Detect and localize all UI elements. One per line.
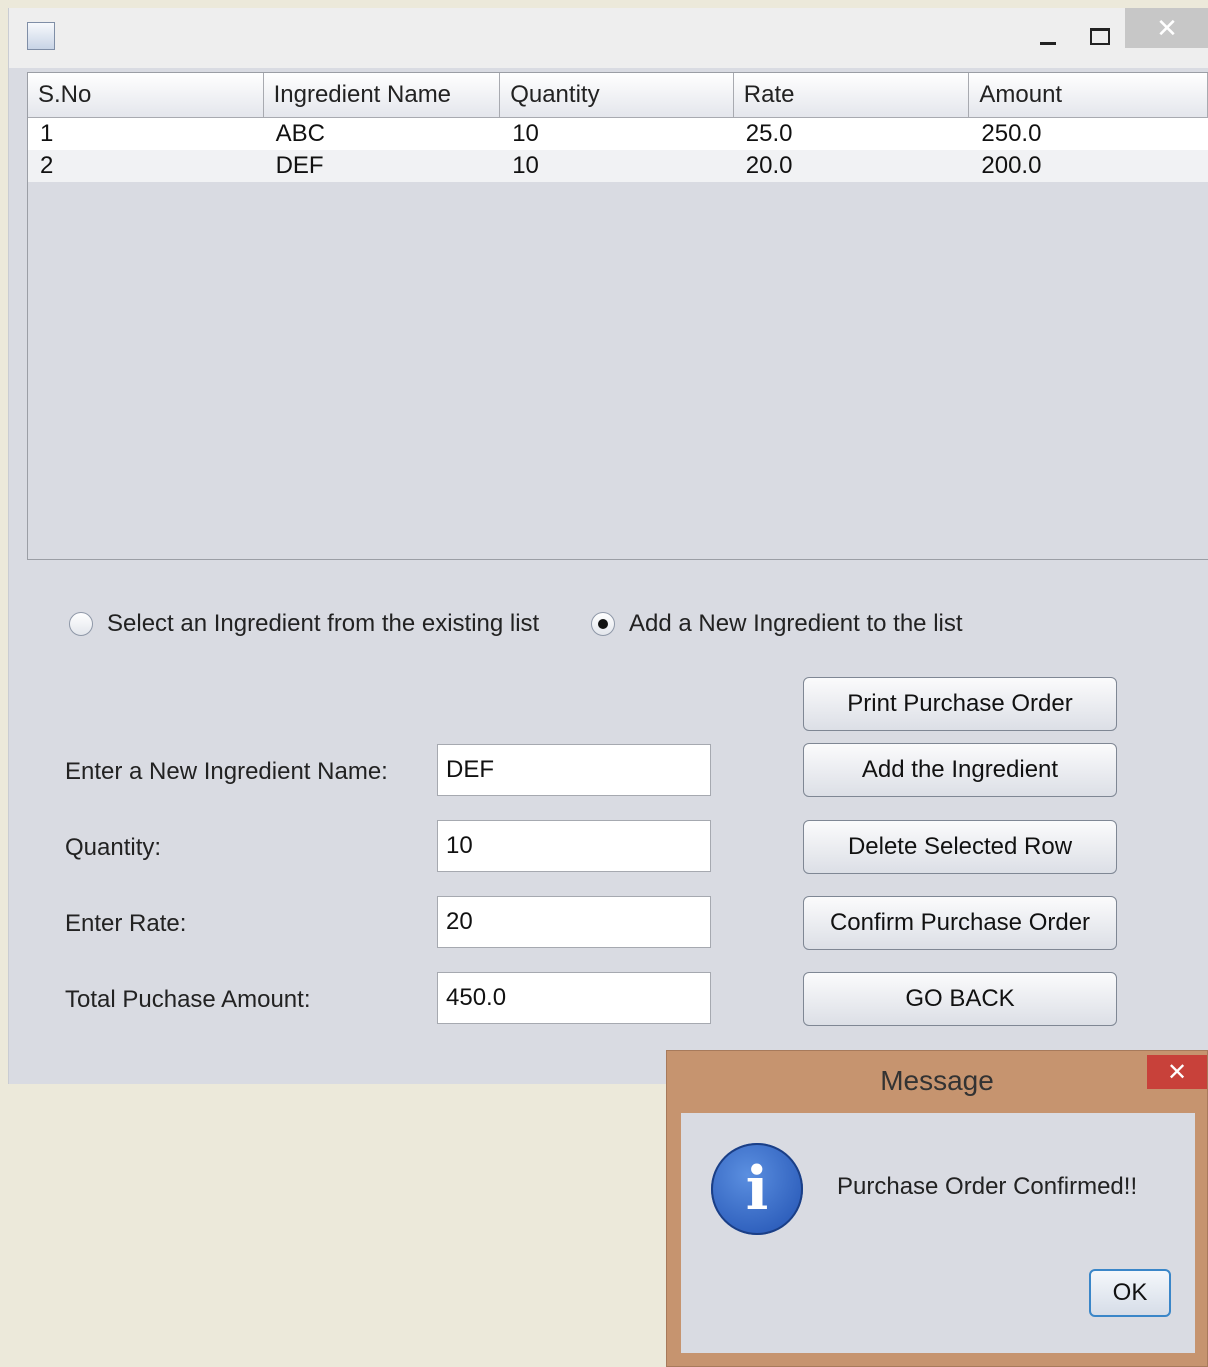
print-purchase-order-button[interactable]: Print Purchase Order xyxy=(803,677,1117,731)
column-header-rate[interactable]: Rate xyxy=(733,73,970,118)
cell-amount: 250.0 xyxy=(981,120,1042,147)
message-dialog: Message ✕ i Purchase Order Confirmed!! O… xyxy=(666,1050,1208,1367)
delete-selected-row-button[interactable]: Delete Selected Row xyxy=(803,820,1117,874)
ingredient-name-label: Enter a New Ingredient Name: xyxy=(65,758,388,785)
info-icon: i xyxy=(711,1143,803,1235)
cell-sno: 1 xyxy=(40,120,54,147)
cell-ingredient-name: ABC xyxy=(275,120,325,147)
column-header-amount[interactable]: Amount xyxy=(969,73,1208,118)
cell-rate: 25.0 xyxy=(745,120,793,147)
radio-new-ingredient[interactable]: Add a New Ingredient to the list xyxy=(591,604,963,644)
minimize-button[interactable] xyxy=(1029,16,1067,56)
close-icon: ✕ xyxy=(1156,12,1178,43)
dialog-body: i Purchase Order Confirmed!! OK xyxy=(681,1113,1195,1353)
minimize-icon xyxy=(1040,41,1056,45)
cell-amount: 200.0 xyxy=(981,152,1042,179)
ingredient-name-input[interactable]: DEF xyxy=(437,744,711,796)
quantity-label: Quantity: xyxy=(65,834,162,861)
rate-input[interactable]: 20 xyxy=(437,896,711,948)
cell-sno: 2 xyxy=(40,152,54,179)
ingredients-table[interactable]: S.No Ingredient Name Quantity Rate Amoun… xyxy=(27,72,1208,560)
java-app-icon[interactable] xyxy=(27,22,55,50)
radio-new-label: Add a New Ingredient to the list xyxy=(629,610,963,637)
main-window: ✕ S.No Ingredient Name Quantity Rate Amo… xyxy=(8,8,1208,1084)
cell-rate: 20.0 xyxy=(745,152,793,179)
dialog-close-button[interactable]: ✕ xyxy=(1147,1055,1207,1089)
column-header-sno[interactable]: S.No xyxy=(28,73,264,118)
radio-button-new[interactable] xyxy=(591,612,615,636)
title-bar: ✕ xyxy=(9,8,1208,68)
add-ingredient-button[interactable]: Add the Ingredient xyxy=(803,743,1117,797)
dialog-title: Message xyxy=(880,1065,994,1096)
table-row[interactable]: 1 ABC 10 25.0 250.0 xyxy=(28,118,1208,150)
maximize-icon xyxy=(1090,27,1110,45)
maximize-button[interactable] xyxy=(1081,16,1119,56)
quantity-input[interactable]: 10 xyxy=(437,820,711,872)
column-header-quantity[interactable]: Quantity xyxy=(500,73,734,118)
total-amount-label: Total Puchase Amount: xyxy=(65,986,311,1013)
total-amount-field[interactable]: 450.0 xyxy=(437,972,711,1024)
cell-ingredient-name: DEF xyxy=(275,152,324,179)
cell-quantity: 10 xyxy=(512,152,539,179)
radio-existing-ingredient[interactable]: Select an Ingredient from the existing l… xyxy=(69,604,539,644)
table-header: S.No Ingredient Name Quantity Rate Amoun… xyxy=(28,73,1208,118)
go-back-button[interactable]: GO BACK xyxy=(803,972,1117,1026)
radio-button-existing[interactable] xyxy=(69,612,93,636)
close-button[interactable]: ✕ xyxy=(1125,8,1208,48)
dialog-message: Purchase Order Confirmed!! xyxy=(837,1173,1138,1200)
table-row[interactable]: 2 DEF 10 20.0 200.0 xyxy=(28,150,1208,182)
radio-existing-label: Select an Ingredient from the existing l… xyxy=(107,610,540,637)
confirm-purchase-order-button[interactable]: Confirm Purchase Order xyxy=(803,896,1117,950)
column-header-ingredient-name[interactable]: Ingredient Name xyxy=(263,73,501,118)
rate-label: Enter Rate: xyxy=(65,910,187,937)
ok-button[interactable]: OK xyxy=(1089,1269,1171,1317)
cell-quantity: 10 xyxy=(512,120,539,147)
close-icon: ✕ xyxy=(1166,1058,1188,1086)
